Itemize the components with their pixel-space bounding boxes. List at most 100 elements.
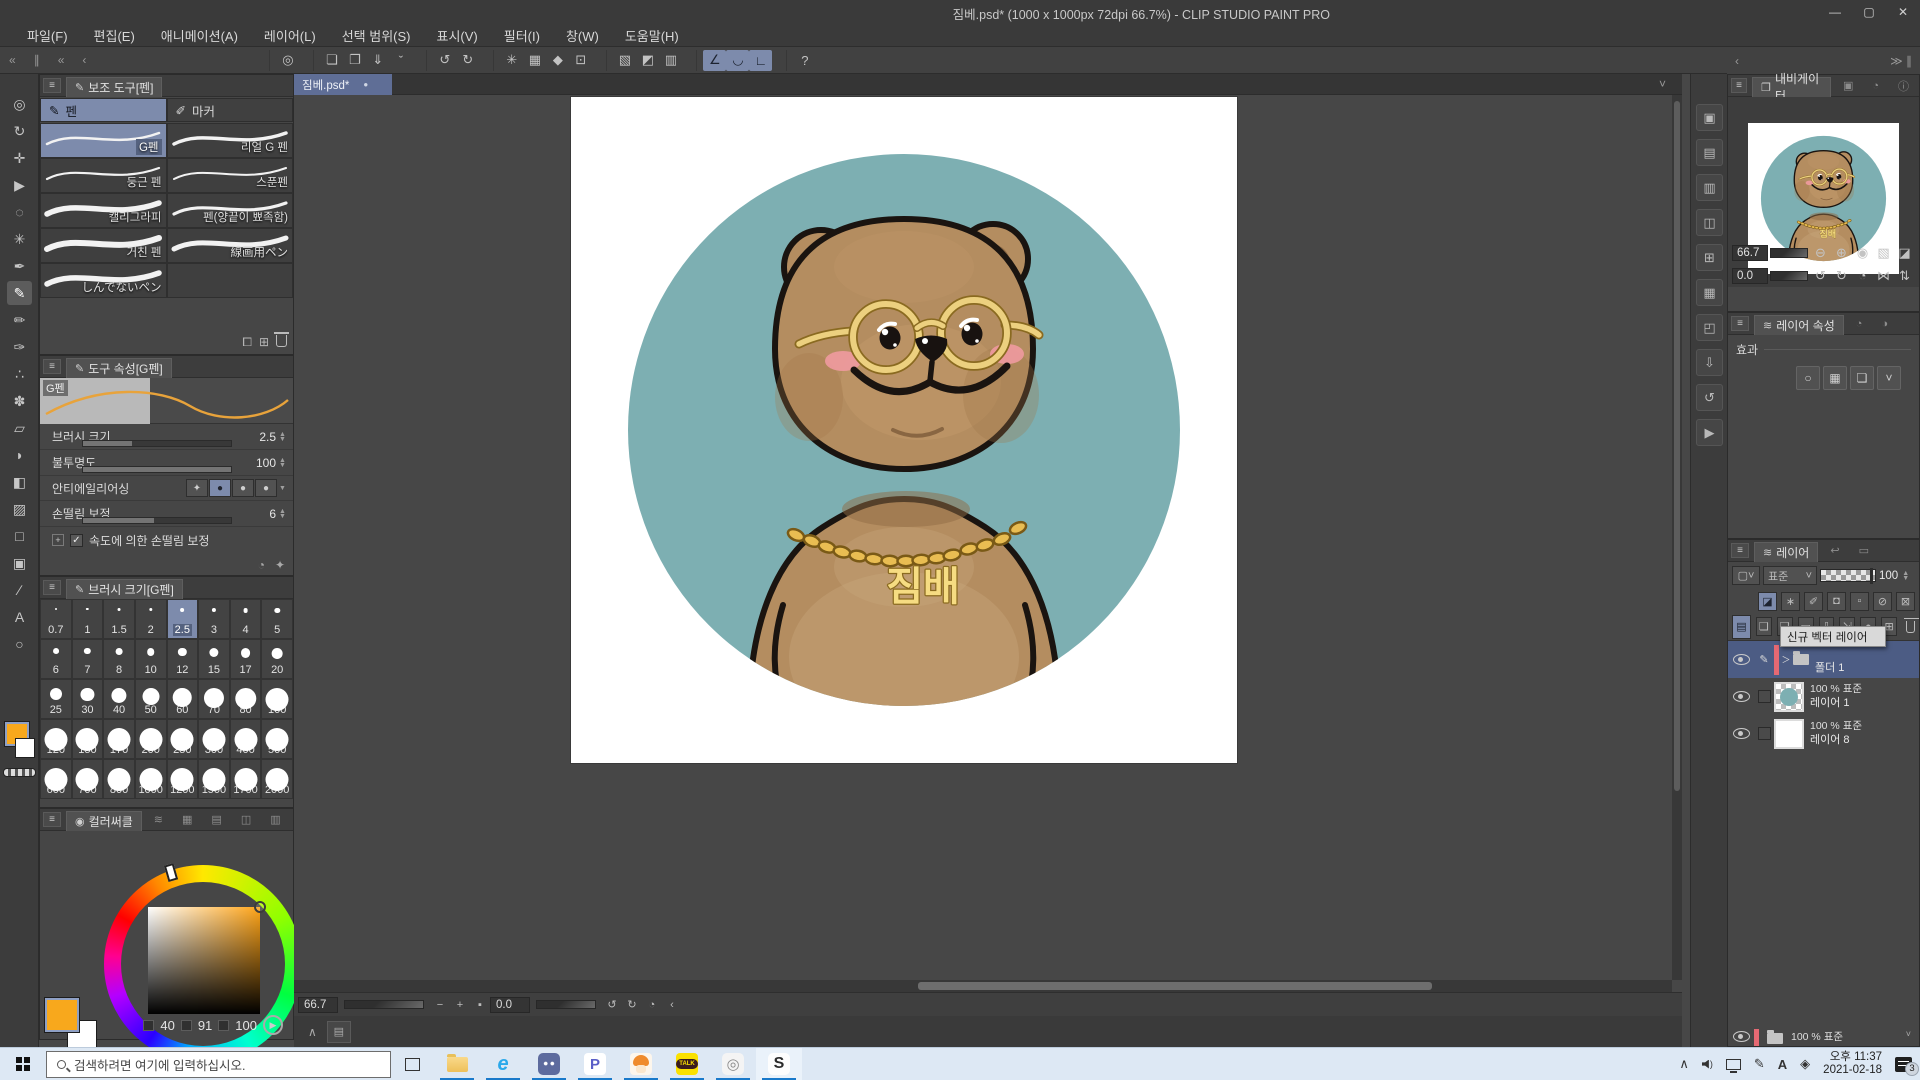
quick-access-icon[interactable]: ▤ (327, 1021, 351, 1043)
border-effect-icon[interactable]: ○ (1796, 366, 1820, 390)
brush-size-100[interactable]: 100 (261, 679, 293, 719)
opacity-spinner-icon[interactable]: ▲▼ (1901, 571, 1910, 581)
lock-transparent-icon[interactable]: ▫ (1850, 592, 1869, 611)
airbrush-tool[interactable]: ∴ (7, 362, 32, 386)
zoom-tool[interactable]: ◎ (7, 92, 32, 116)
nav-rotate-right-icon[interactable]: ↻ (1831, 268, 1852, 284)
expand-chevron-icon[interactable]: ∧ (308, 1025, 317, 1039)
speed-stabilization-checkbox[interactable]: ✓ (70, 534, 83, 547)
layer-list-view-icon[interactable]: ▤ (1732, 615, 1751, 639)
save-file-icon[interactable]: ⇓ (366, 50, 389, 71)
rotation-value-input[interactable]: 0.0 (490, 997, 530, 1013)
new-raster-layer-icon[interactable]: ❏ (1756, 617, 1772, 636)
canvas-document[interactable] (571, 97, 1237, 763)
brush-size-12[interactable]: 12 (167, 639, 199, 679)
pen-tool[interactable]: ✎ (7, 281, 32, 305)
spinner-icon[interactable]: ▲▼ (278, 432, 287, 442)
selection-launcher-icon[interactable]: ◩ (636, 50, 659, 71)
taskbar-app-file-explorer[interactable] (434, 1048, 480, 1080)
brush-size-200[interactable]: 200 (135, 719, 167, 759)
redo-icon[interactable]: ↻ (456, 50, 479, 71)
brush-item-1[interactable]: 리얼 G 펜 (167, 123, 294, 158)
set-ruler-icon[interactable]: ⊠ (1896, 592, 1915, 611)
detail-settings-icon[interactable]: ✦ (275, 558, 285, 572)
aa-strong-icon[interactable]: ● (255, 479, 277, 497)
brush-size-7[interactable]: 7 (72, 639, 104, 679)
intermediate-color-tab-icon[interactable]: ▤ (204, 813, 228, 826)
undo-icon[interactable]: ↺ (433, 50, 456, 71)
rotate-right-icon[interactable]: ↻ (622, 998, 642, 1011)
panel-menu-icon[interactable]: ≡ (43, 78, 61, 93)
menu-item-1[interactable]: 편집(E) (81, 26, 148, 45)
tray-expand-chevron-icon[interactable]: ∧ (1679, 1056, 1689, 1072)
brush-size-17[interactable]: 17 (230, 639, 262, 679)
brush-size-80[interactable]: 80 (230, 679, 262, 719)
material-3d-icon[interactable]: ▦ (1696, 279, 1723, 306)
brush-size-row[interactable]: 브러시 크기 2.5 ▲▼ (40, 424, 293, 450)
dock-arrow-icon[interactable]: ∥ (25, 53, 49, 67)
subview-tab-icon[interactable]: ▣ (1836, 79, 1860, 92)
history-icon[interactable]: ↺ (1696, 384, 1723, 411)
nav-zoom-out-icon[interactable]: ⊖ (1810, 245, 1831, 261)
notification-center-icon[interactable]: 3 (1895, 1057, 1912, 1072)
spinner-icon[interactable]: ▲▼ (278, 509, 287, 519)
brush-tool[interactable]: ✑ (7, 335, 32, 359)
brush-size-500[interactable]: 500 (261, 719, 293, 759)
brush-size-30[interactable]: 30 (72, 679, 104, 719)
operation-tool[interactable]: ▶ (7, 173, 32, 197)
decoration-tool[interactable]: ✽ (7, 389, 32, 413)
animation-tab-icon[interactable]: ◔ (1849, 318, 1870, 330)
minimize-button[interactable]: — (1818, 0, 1852, 24)
taskbar-app-clip-studio[interactable]: ◎ (710, 1048, 756, 1080)
nav-mirror-icon[interactable]: ⋈ (1873, 268, 1894, 284)
copy-subtool-icon[interactable]: ⧠ (242, 335, 252, 350)
aa-chevron-icon[interactable]: ▼ (278, 486, 287, 491)
invert-selection-icon[interactable]: ◆ (546, 50, 569, 71)
approx-color-tab-icon[interactable]: ◫ (234, 813, 258, 826)
panel-menu-icon[interactable]: ≡ (1731, 543, 1749, 558)
dock-arrow-icon[interactable]: « (0, 53, 25, 67)
layer-row-1[interactable]: 100 % 표준 레이어 1 (1728, 678, 1919, 715)
layer-thumbnail[interactable] (1774, 719, 1804, 749)
brush-size-20[interactable]: 20 (261, 639, 293, 679)
brush-size-2[interactable]: 2 (135, 599, 167, 639)
layer-visibility-icon[interactable] (1733, 691, 1750, 702)
scroll-chevron-icon[interactable]: ˅ (1906, 1029, 1911, 1039)
nav-zoom-in-icon[interactable]: ⊕ (1831, 245, 1852, 261)
network-icon[interactable] (1726, 1059, 1741, 1070)
crop-icon[interactable]: ⊡ (569, 50, 592, 71)
gradient-tool[interactable]: ▨ (7, 497, 32, 521)
menu-item-5[interactable]: 표시(V) (423, 26, 490, 45)
dock-arrow-icon[interactable]: « (49, 53, 74, 67)
nav-fit-icon[interactable]: ◉ (1852, 245, 1873, 261)
layer-row-cutoff[interactable]: 100 % 표준 ˅ (1728, 1029, 1919, 1046)
brush-item-7[interactable]: 線画用ペン (167, 228, 294, 263)
brush-size-800[interactable]: 800 (103, 759, 135, 799)
nav-rotate-left-icon[interactable]: ↺ (1810, 268, 1831, 284)
new-file-icon[interactable]: ❏ (320, 50, 343, 71)
layer-opacity-value[interactable]: 100 (1879, 570, 1898, 582)
panel-menu-icon[interactable]: ≡ (43, 359, 61, 374)
item-bank-tab-icon[interactable]: ◔ (1865, 80, 1886, 92)
tab-marker[interactable]: ✐마커 (167, 98, 294, 122)
panel-menu-icon[interactable]: ≡ (1731, 316, 1749, 331)
brush-size-150[interactable]: 150 (72, 719, 104, 759)
delete-layer-icon[interactable] (1906, 621, 1915, 633)
layer-name[interactable]: 폴더 1 (1815, 661, 1844, 678)
fit-to-screen-icon[interactable]: ▪ (470, 999, 490, 1011)
aa-weak-icon[interactable]: ● (209, 479, 231, 497)
opacity-row[interactable]: 불투명도 100 ▲▼ (40, 450, 293, 476)
dock-arrow-icon[interactable]: ‹ (73, 53, 95, 67)
menu-item-3[interactable]: 레이어(L) (251, 26, 329, 45)
brush-size-15[interactable]: 15 (198, 639, 230, 679)
brush-size-60[interactable]: 60 (167, 679, 199, 719)
material-manga-icon[interactable]: ◫ (1696, 209, 1723, 236)
brush-size-25[interactable]: 25 (40, 679, 72, 719)
quick-access-icon[interactable]: ▣ (1696, 104, 1723, 131)
dock-expand-icon[interactable]: ≫ (1890, 54, 1903, 68)
csp-logo-icon[interactable]: ◎ (276, 50, 299, 71)
navigator-zoom-slider[interactable] (1770, 248, 1808, 258)
brush-size-10[interactable]: 10 (135, 639, 167, 679)
dock-pin-icon[interactable]: ∥ (1906, 54, 1912, 68)
panel-menu-icon[interactable]: ≡ (43, 812, 61, 827)
